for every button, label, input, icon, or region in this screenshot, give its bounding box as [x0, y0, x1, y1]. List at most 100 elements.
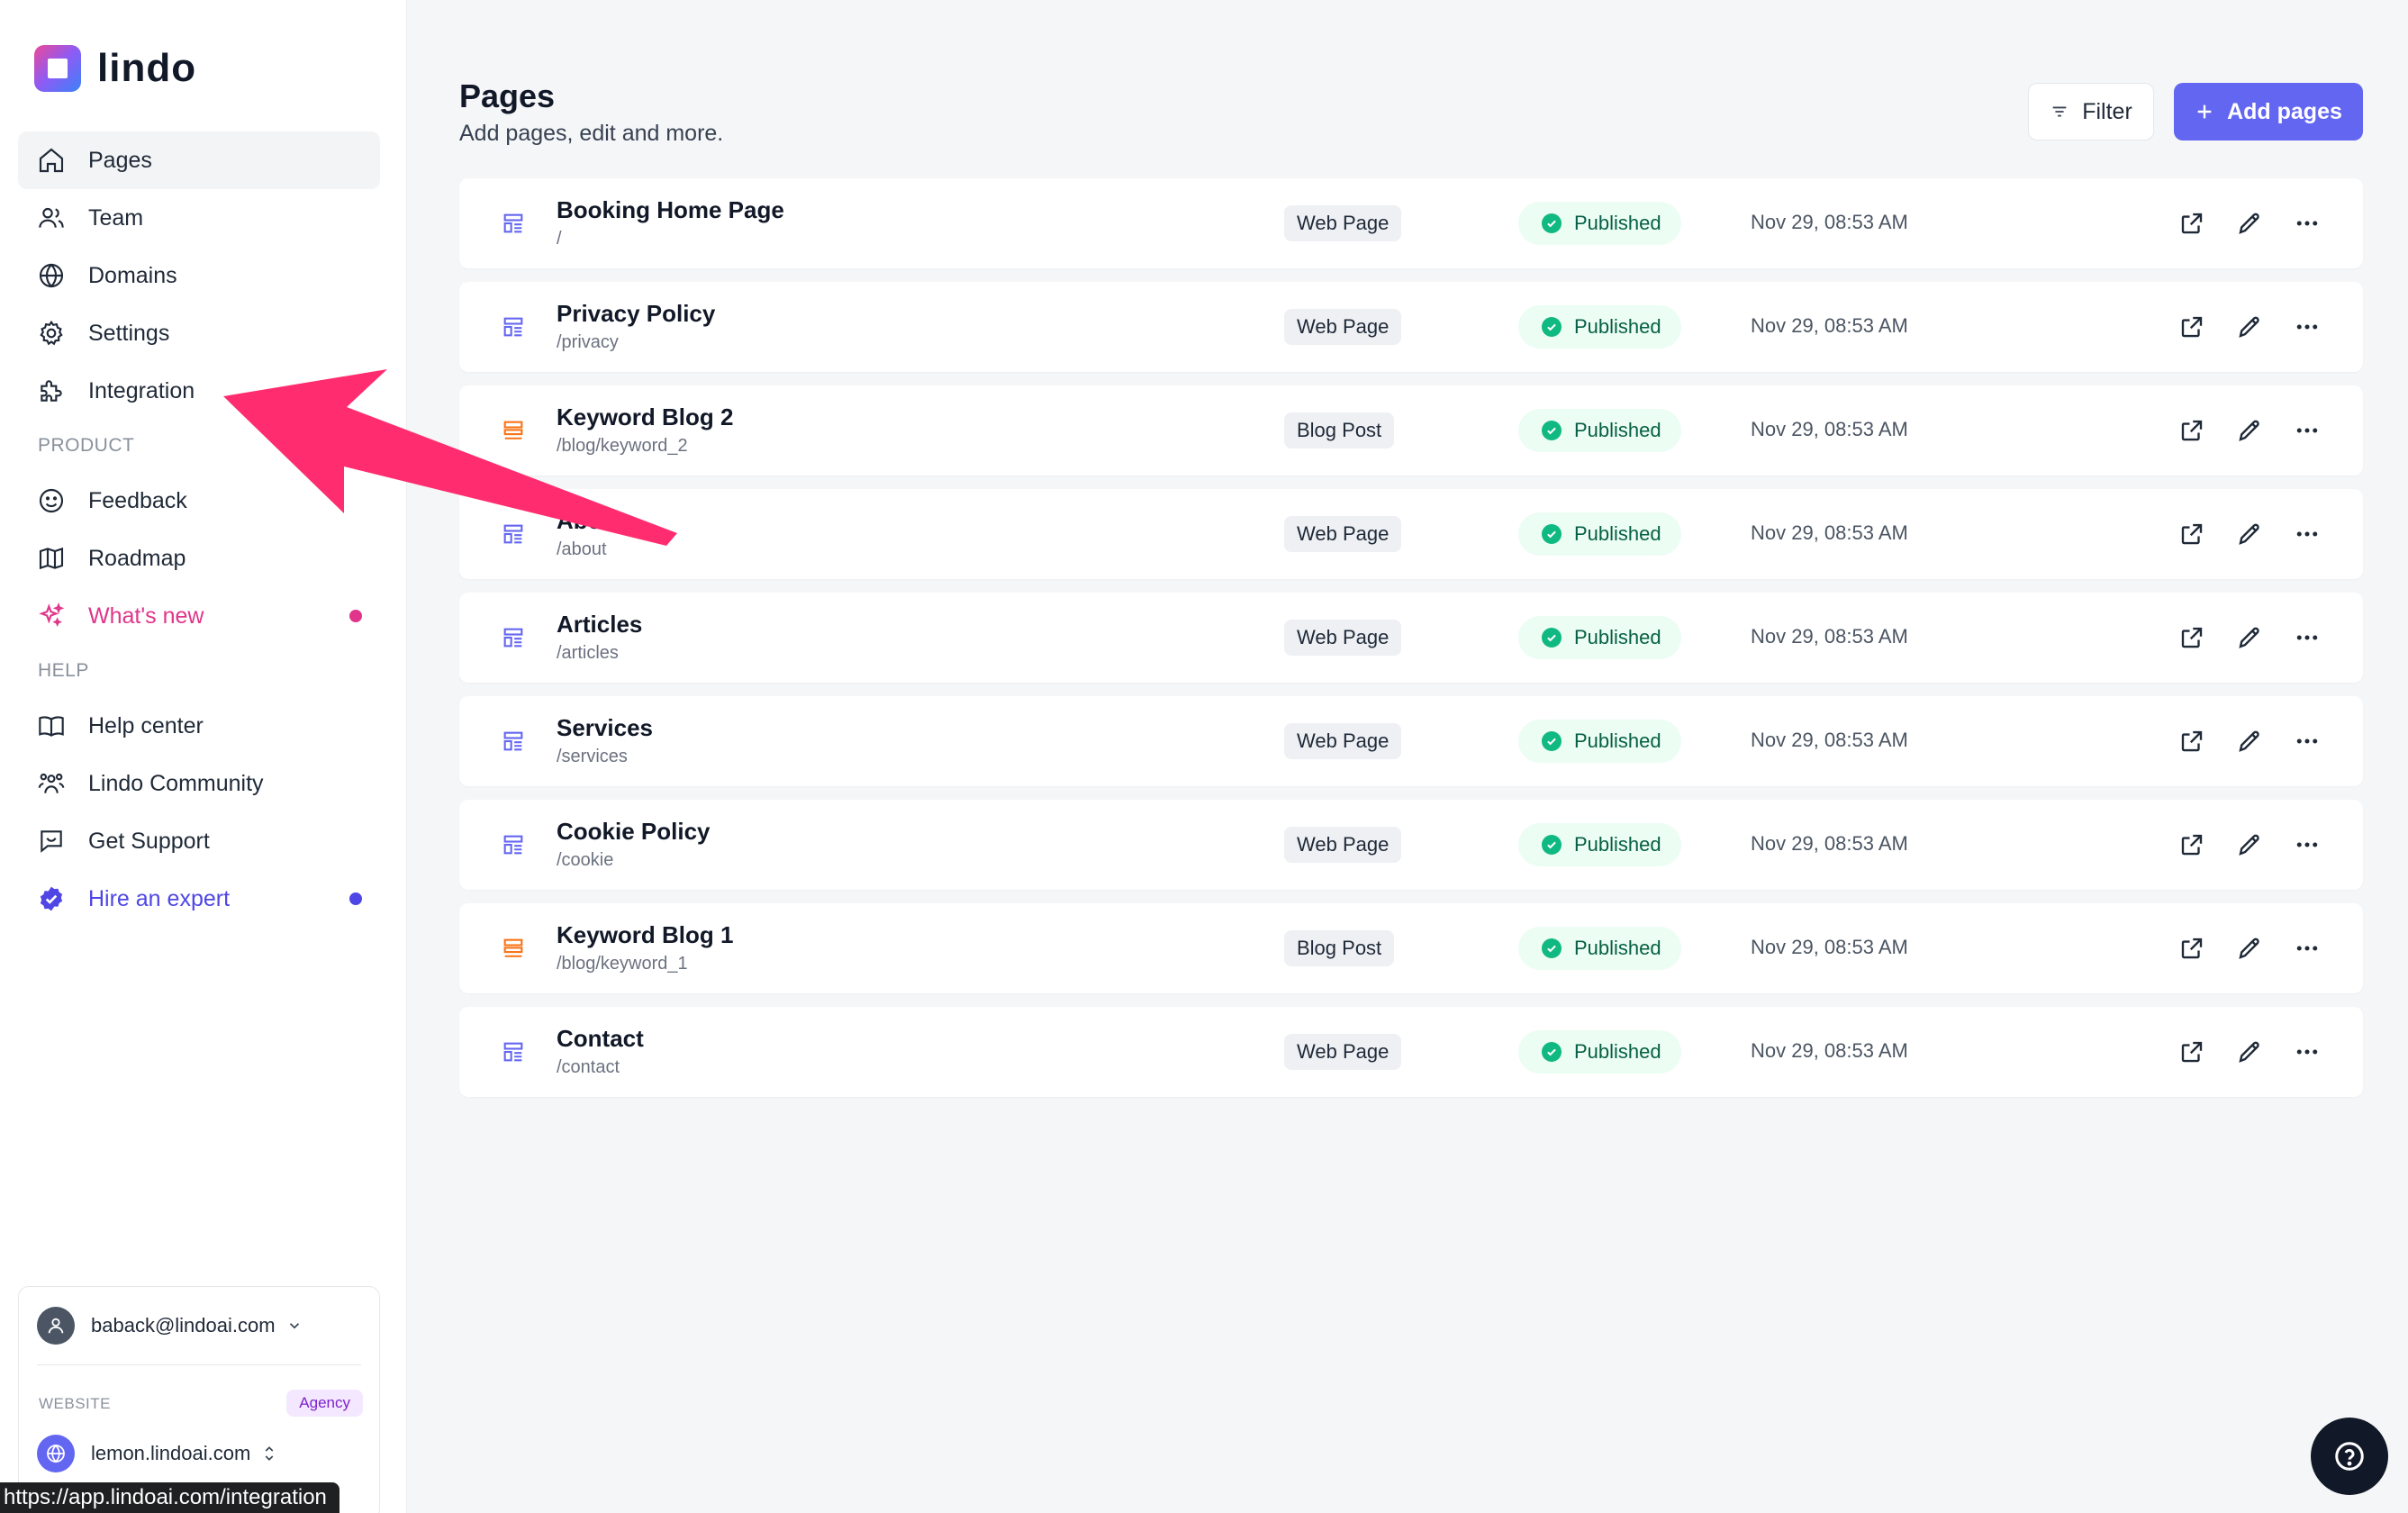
page-name[interactable]: Keyword Blog 2 [557, 403, 733, 431]
page-type-badge: Web Page [1284, 205, 1402, 241]
open-external-button[interactable] [2176, 207, 2208, 240]
open-external-button[interactable] [2176, 725, 2208, 757]
sidebar: lindo Pages Team Domains Settings Integr… [0, 0, 407, 1513]
table-row[interactable]: Contact/contact Web Page Published Nov 29, … [459, 1007, 2363, 1097]
edit-button[interactable] [2233, 311, 2266, 343]
sidebar-item-help-center[interactable]: Help center [18, 697, 380, 755]
page-name[interactable]: Services [557, 714, 653, 742]
gear-icon [36, 318, 67, 349]
more-options-button[interactable] [2291, 207, 2323, 240]
status-badge: Published [1518, 720, 1681, 763]
website-domain: lemon.lindoai.com [91, 1442, 251, 1464]
page-path: / [557, 229, 562, 249]
more-options-button[interactable] [2291, 932, 2323, 965]
open-external-button[interactable] [2176, 518, 2208, 550]
more-options-button[interactable] [2291, 725, 2323, 757]
web-page-icon [501, 211, 526, 236]
pencil-icon [2239, 1041, 2259, 1063]
updated-date: Nov 29, 08:53 AM [1751, 936, 1908, 958]
sidebar-item-integration[interactable]: Integration [18, 362, 380, 420]
status-label: Published [1574, 729, 1661, 752]
table-row[interactable]: Services/services Web Page Published Nov 29… [459, 696, 2363, 786]
table-row[interactable]: Booking Home Page / Web Page Published Nov 2… [459, 178, 2363, 268]
section-heading-product: PRODUCT [38, 435, 135, 456]
edit-button[interactable] [2233, 932, 2266, 965]
sidebar-item-pages[interactable]: Pages [18, 131, 380, 189]
account-switcher[interactable]: baback@lindoai.com [37, 1307, 303, 1345]
page-name[interactable]: Cookie Policy [557, 818, 711, 846]
page-type-badge: Web Page [1284, 620, 1402, 656]
plus-icon [2197, 104, 2212, 119]
edit-button[interactable] [2233, 207, 2266, 240]
globe-icon [37, 1435, 75, 1472]
edit-button[interactable] [2233, 1036, 2266, 1068]
sidebar-item-feedback[interactable]: Feedback [18, 472, 380, 530]
ellipsis-icon [2296, 1049, 2318, 1055]
edit-button[interactable] [2233, 621, 2266, 654]
more-options-button[interactable] [2291, 311, 2323, 343]
check-circle-icon [1542, 524, 1562, 544]
page-type-badge: Web Page [1284, 723, 1402, 759]
sidebar-item-settings[interactable]: Settings [18, 304, 380, 362]
blog-post-icon [501, 936, 526, 961]
book-icon [36, 711, 67, 741]
edit-button[interactable] [2233, 414, 2266, 447]
more-options-button[interactable] [2291, 1036, 2323, 1068]
more-options-button[interactable] [2291, 518, 2323, 550]
page-type-badge: Blog Post [1284, 412, 1395, 448]
link-url-status: https://app.lindoai.com/integration [0, 1482, 339, 1513]
open-external-button[interactable] [2176, 311, 2208, 343]
check-circle-icon [1542, 628, 1562, 648]
sidebar-item-domains[interactable]: Domains [18, 247, 380, 304]
notification-dot [349, 892, 362, 905]
status-badge: Published [1518, 823, 1681, 866]
website-switcher[interactable]: lemon.lindoai.com [37, 1435, 277, 1472]
sidebar-item-hire-expert[interactable]: Hire an expert [18, 870, 380, 928]
table-row[interactable]: Keyword Blog 1/blog/keyword_1 Blog Post Pu… [459, 903, 2363, 993]
help-chat-button[interactable] [2311, 1418, 2388, 1495]
sidebar-item-get-support[interactable]: Get Support [18, 812, 380, 870]
status-label: Published [1574, 1040, 1661, 1063]
app-logo[interactable]: lindo [34, 45, 196, 92]
users-icon [36, 203, 67, 233]
external-link-icon [2181, 213, 2203, 234]
add-pages-button[interactable]: Add pages [2174, 83, 2363, 140]
more-options-button[interactable] [2291, 414, 2323, 447]
question-icon [2335, 1442, 2364, 1471]
page-name[interactable]: Contact [557, 1025, 644, 1053]
open-external-button[interactable] [2176, 1036, 2208, 1068]
check-circle-icon [1542, 421, 1562, 440]
edit-button[interactable] [2233, 829, 2266, 861]
table-row[interactable]: Keyword Blog 2/blog/keyword_2 Blog Post Pu… [459, 385, 2363, 476]
sidebar-item-label: Pages [88, 147, 152, 173]
sidebar-item-whats-new[interactable]: What's new [18, 587, 380, 645]
web-page-icon [501, 625, 526, 650]
account-email: baback@lindoai.com [91, 1314, 276, 1336]
open-external-button[interactable] [2176, 414, 2208, 447]
table-row[interactable]: About/about Web Page Published Nov 29, 08:5… [459, 489, 2363, 579]
edit-button[interactable] [2233, 518, 2266, 550]
filter-button[interactable]: Filter [2028, 83, 2154, 140]
more-options-button[interactable] [2291, 621, 2323, 654]
page-name[interactable]: Articles [557, 611, 642, 639]
sidebar-item-roadmap[interactable]: Roadmap [18, 530, 380, 587]
table-row[interactable]: Articles/articles Web Page Published Nov 29… [459, 593, 2363, 683]
web-page-icon [501, 832, 526, 857]
external-link-icon [2181, 316, 2203, 338]
open-external-button[interactable] [2176, 621, 2208, 654]
table-row[interactable]: Cookie Policy/cookie Web Page Published Nov… [459, 800, 2363, 890]
map-icon [36, 543, 67, 574]
status-badge: Published [1518, 512, 1681, 556]
edit-button[interactable] [2233, 725, 2266, 757]
table-row[interactable]: Privacy Policy/privacy Web Page Published N… [459, 282, 2363, 372]
page-name[interactable]: Keyword Blog 1 [557, 921, 733, 949]
page-name[interactable]: Privacy Policy [557, 300, 715, 328]
more-options-button[interactable] [2291, 829, 2323, 861]
page-name[interactable]: About [557, 507, 624, 535]
open-external-button[interactable] [2176, 829, 2208, 861]
sidebar-item-community[interactable]: Lindo Community [18, 755, 380, 812]
page-name[interactable]: Booking Home Page [557, 196, 784, 224]
open-external-button[interactable] [2176, 932, 2208, 965]
sidebar-item-team[interactable]: Team [18, 189, 380, 247]
sidebar-item-label: Feedback [88, 487, 187, 513]
